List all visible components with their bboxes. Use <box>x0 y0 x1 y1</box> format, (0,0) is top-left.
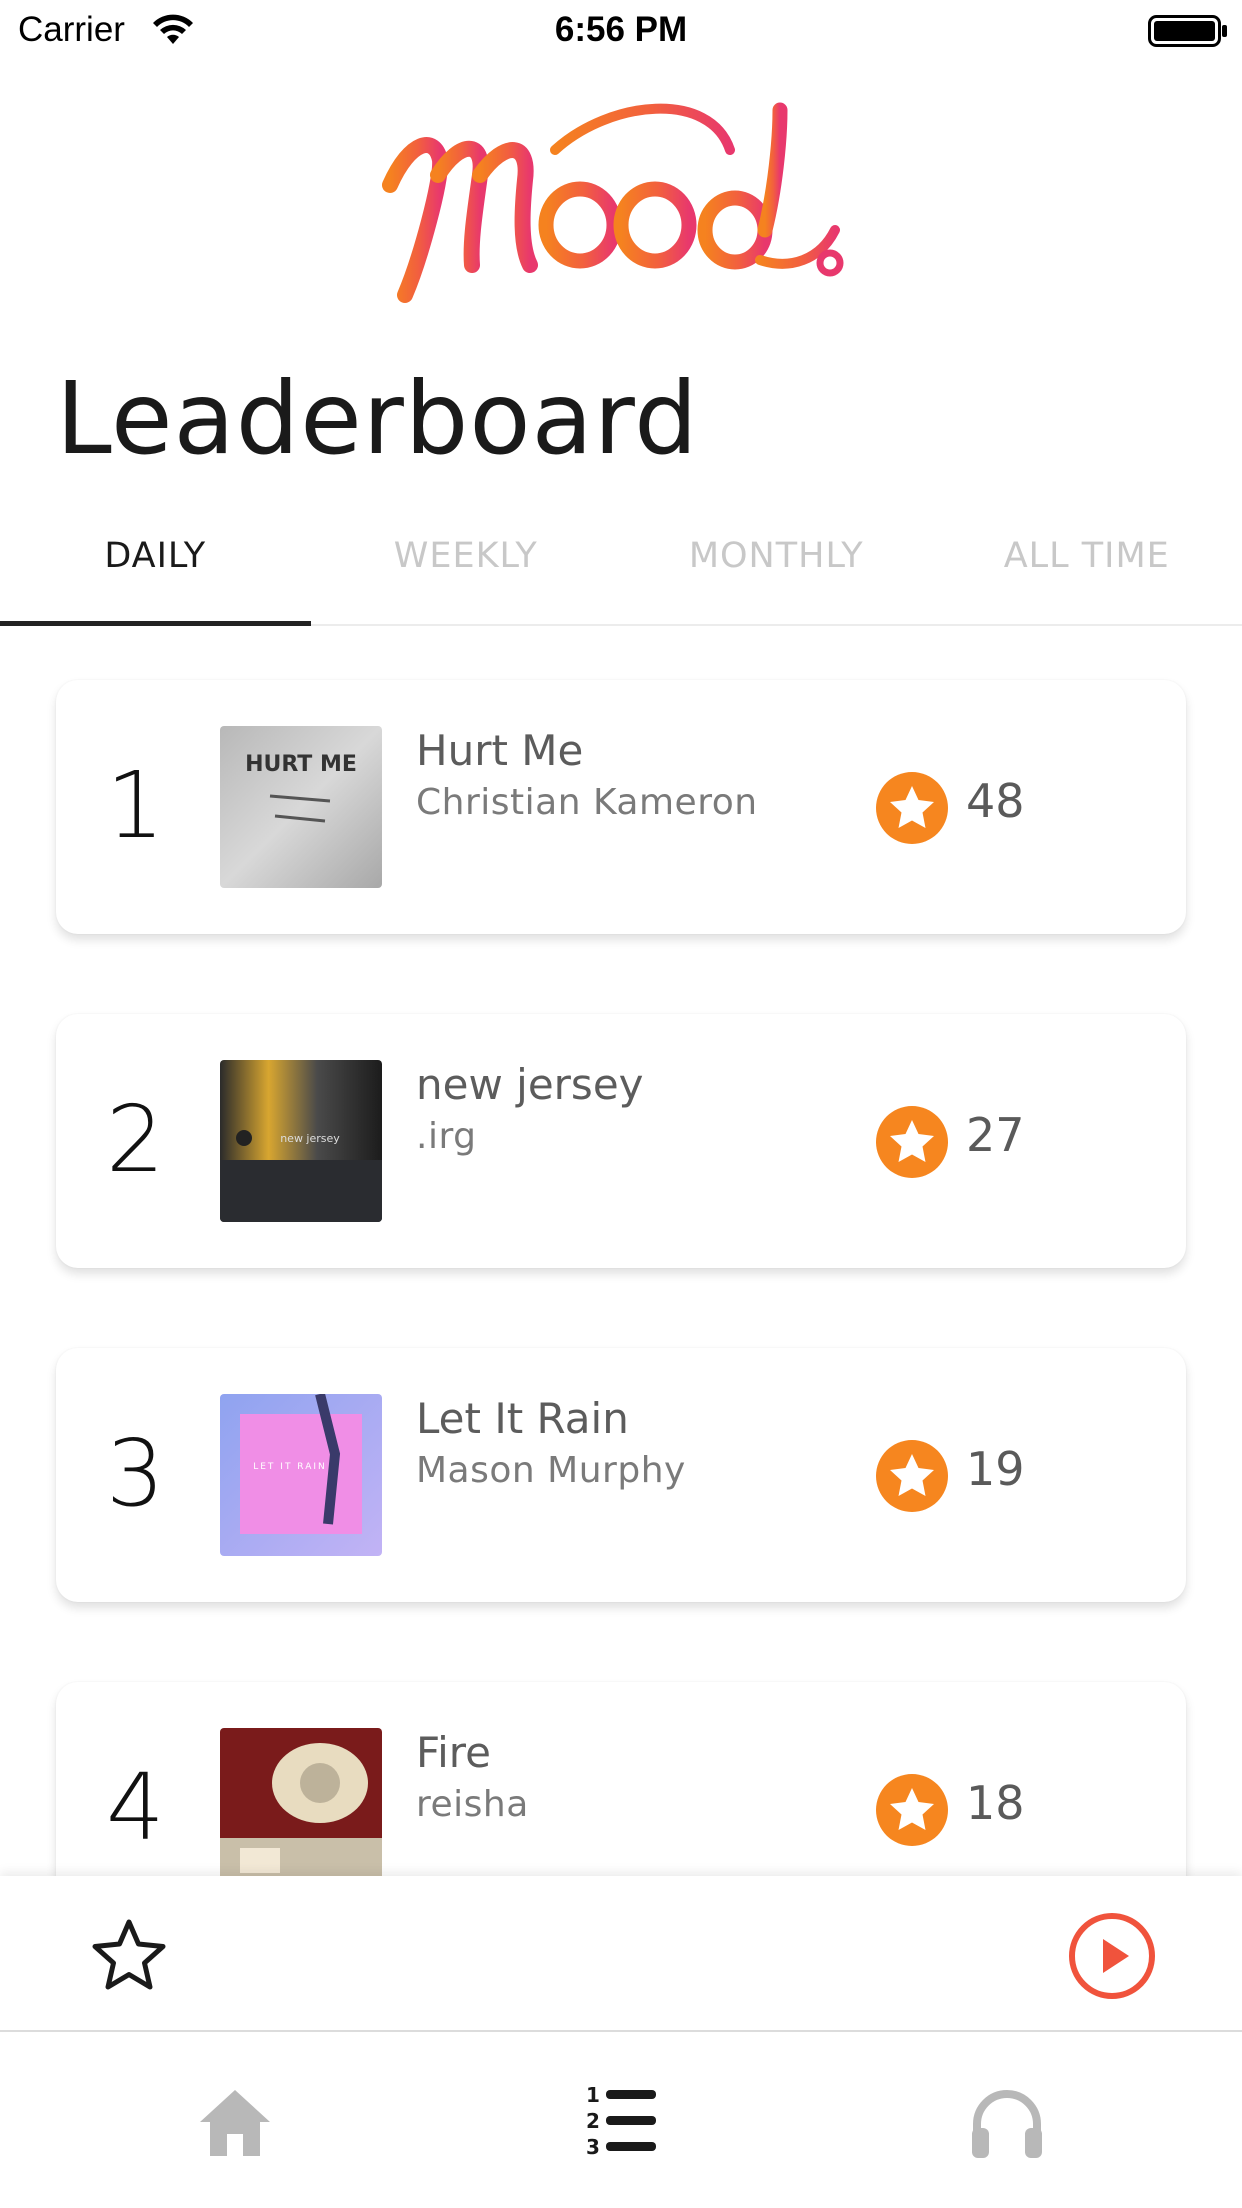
home-icon[interactable] <box>196 2084 274 2162</box>
mood-logo <box>382 102 844 303</box>
star-badge-icon <box>876 772 948 844</box>
status-bar: Carrier 6:56 PM <box>0 0 1242 62</box>
rank-number: 2 <box>106 1086 165 1193</box>
song-title: Hurt Me <box>416 726 584 775</box>
song-title: Let It Rain <box>416 1394 629 1443</box>
album-cover: HURT ME <box>220 726 382 888</box>
page-title: Leaderboard <box>56 360 699 477</box>
svg-text:2: 2 <box>586 2109 600 2133</box>
cover-text: HURT ME <box>245 752 357 777</box>
score-count: 18 <box>966 1776 1025 1830</box>
tab-weekly[interactable]: WEEKLY <box>311 510 622 624</box>
status-time: 6:56 PM <box>554 10 688 49</box>
rank-number: 1 <box>106 752 165 859</box>
star-badge-icon <box>876 1440 948 1512</box>
player-bar <box>0 1876 1242 2032</box>
svg-text:3: 3 <box>586 2135 600 2159</box>
score-count: 48 <box>966 774 1025 828</box>
tab-monthly[interactable]: MONTHLY <box>621 510 932 624</box>
album-cover: LET IT RAIN <box>220 1394 382 1556</box>
bottom-nav: 1 2 3 <box>0 2032 1242 2208</box>
score-count: 27 <box>966 1108 1025 1162</box>
album-cover: new jersey <box>220 1060 382 1222</box>
cover-text: new jersey <box>280 1132 340 1145</box>
leaderboard-card[interactable]: 3 LET IT RAIN Let It Rain Mason Murphy 1… <box>56 1348 1186 1602</box>
song-title: new jersey <box>416 1060 644 1109</box>
rank-number: 4 <box>106 1754 165 1861</box>
star-badge-icon <box>876 1106 948 1178</box>
leaderboard-card[interactable]: 2 new jersey new jersey .irg 27 <box>56 1014 1186 1268</box>
period-tabs: DAILY WEEKLY MONTHLY ALL TIME <box>0 510 1242 626</box>
leaderboard-card[interactable]: 1 HURT ME Hurt Me Christian Kameron 48 <box>56 680 1186 934</box>
headphones-icon[interactable] <box>968 2084 1046 2162</box>
song-artist: Mason Murphy <box>416 1450 686 1491</box>
rank-number: 3 <box>106 1420 165 1527</box>
song-artist: .irg <box>416 1116 477 1157</box>
album-cover <box>220 1728 382 1890</box>
song-artist: Christian Kameron <box>416 782 758 823</box>
score-count: 19 <box>966 1442 1025 1496</box>
tab-all-time[interactable]: ALL TIME <box>932 510 1242 624</box>
svg-text:1: 1 <box>586 2083 600 2107</box>
star-outline-icon[interactable] <box>88 1916 170 1998</box>
song-artist: reisha <box>416 1784 529 1825</box>
tab-daily[interactable]: DAILY <box>0 510 311 626</box>
leaderboard-list-icon[interactable]: 1 2 3 <box>582 2082 660 2160</box>
play-circle-icon[interactable] <box>1068 1912 1156 2000</box>
song-title: Fire <box>416 1728 491 1777</box>
star-badge-icon <box>876 1774 948 1846</box>
battery-icon <box>1148 15 1227 47</box>
cover-text: LET IT RAIN <box>253 1462 327 1472</box>
